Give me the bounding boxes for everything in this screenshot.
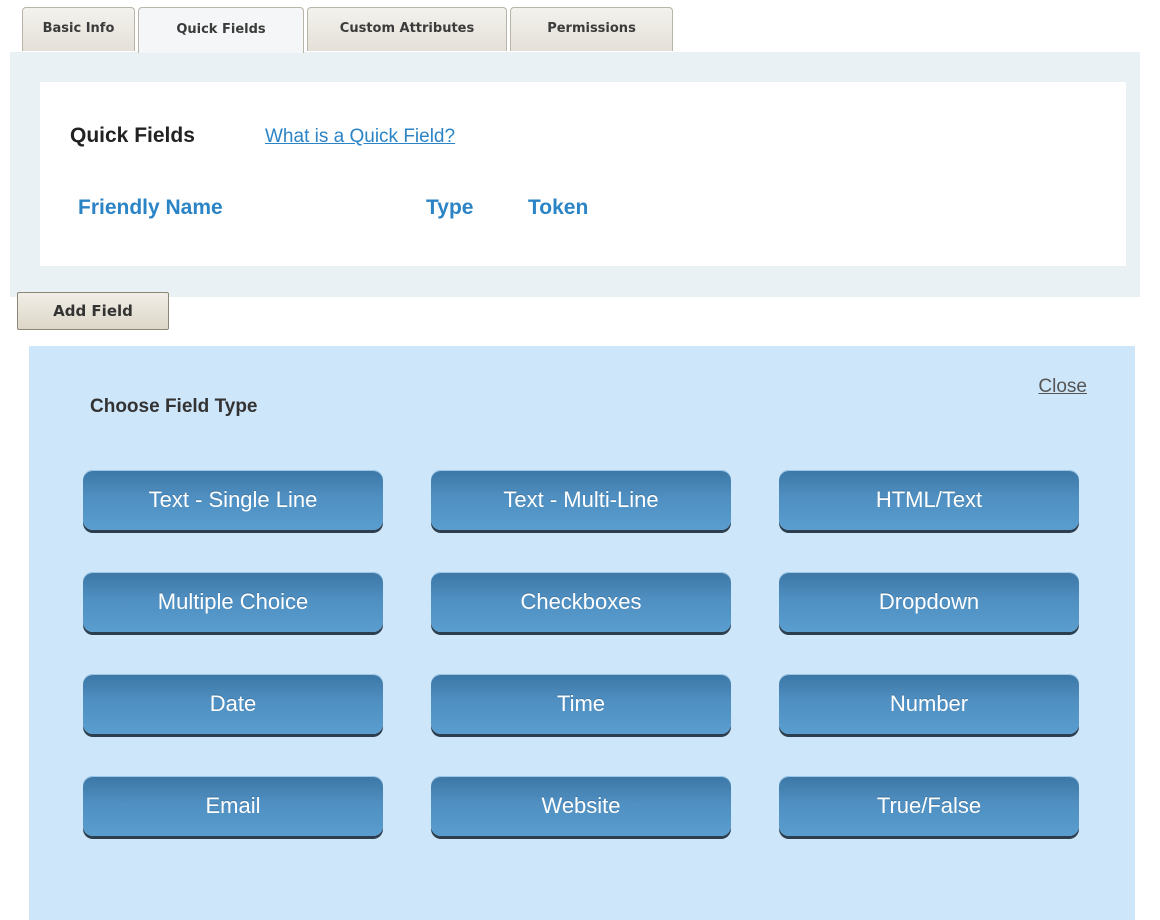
quick-fields-box: Quick Fields What is a Quick Field? Frie… [40,82,1126,266]
field-type-website-button[interactable]: Website [431,776,731,836]
field-type-date-button[interactable]: Date [83,674,383,734]
tab-basic-info[interactable]: Basic Info [22,7,135,51]
field-type-text-single-line-button[interactable]: Text - Single Line [83,470,383,530]
quick-fields-panel: Quick Fields What is a Quick Field? Frie… [10,52,1140,297]
field-type-true-false-button[interactable]: True/False [779,776,1079,836]
tab-custom-attributes[interactable]: Custom Attributes [307,7,507,51]
column-header-token: Token [528,196,589,219]
tab-permissions[interactable]: Permissions [510,7,673,51]
field-type-number-button[interactable]: Number [779,674,1079,734]
field-type-html-text-button[interactable]: HTML/Text [779,470,1079,530]
tab-quick-fields[interactable]: Quick Fields [138,7,304,53]
field-type-time-button[interactable]: Time [431,674,731,734]
quick-fields-title: Quick Fields [70,124,195,147]
add-field-button[interactable]: Add Field [17,292,169,330]
column-header-type: Type [426,196,474,219]
field-type-chooser: Choose Field Type Close Text - Single Li… [29,346,1135,920]
choose-field-type-title: Choose Field Type [90,396,258,417]
field-type-text-multi-line-button[interactable]: Text - Multi-Line [431,470,731,530]
column-header-friendly-name: Friendly Name [78,196,223,219]
field-type-email-button[interactable]: Email [83,776,383,836]
what-is-quick-field-link[interactable]: What is a Quick Field? [265,126,455,148]
field-type-dropdown-button[interactable]: Dropdown [779,572,1079,632]
field-type-checkboxes-button[interactable]: Checkboxes [431,572,731,632]
field-type-multiple-choice-button[interactable]: Multiple Choice [83,572,383,632]
field-type-grid: Text - Single Line Text - Multi-Line HTM… [83,470,1079,836]
close-link[interactable]: Close [1038,376,1087,398]
